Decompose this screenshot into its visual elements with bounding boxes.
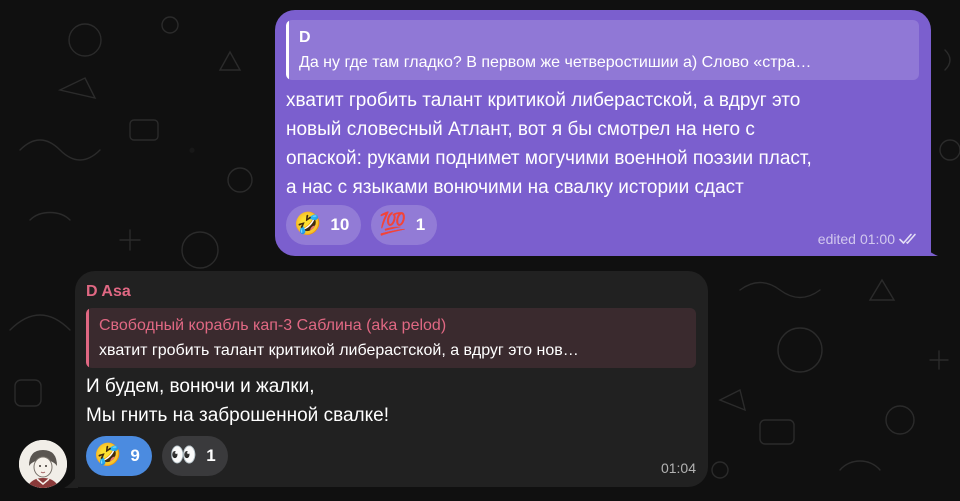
reactions-bar: 🤣 10 💯 1 (286, 205, 438, 245)
reaction-count: 1 (206, 446, 216, 465)
hundred-points-emoji-icon: 💯 (379, 212, 407, 237)
rofl-emoji-icon: 🤣 (294, 212, 322, 237)
reply-accent-bar (286, 20, 289, 80)
avatar[interactable] (19, 440, 67, 488)
sender-name[interactable]: D Asa (86, 283, 131, 301)
rofl-emoji-icon: 🤣 (94, 443, 122, 468)
bubble-tail-outgoing (918, 242, 938, 256)
bubble-tail-incoming (64, 474, 78, 488)
reaction-count: 1 (415, 215, 426, 234)
reply-text: Да ну где там гладко? В первом же четвер… (299, 54, 812, 71)
message-line: а нас с языками вонючими на свалку истор… (286, 177, 744, 198)
message-text: хватит гробить талант критикой либерастс… (286, 86, 812, 202)
reactions-bar: 🤣 9 👀 1 (86, 436, 228, 476)
reaction-hundred[interactable]: 💯 1 (371, 205, 438, 245)
eyes-emoji-icon: 👀 (169, 443, 198, 468)
reply-author: D (299, 29, 311, 46)
reply-quote[interactable]: Свободный корабль кап-3 Саблина (aka pel… (86, 308, 696, 368)
edited-label: edited (817, 231, 856, 247)
reply-text: хватит гробить талант критикой либерастс… (99, 342, 579, 359)
outgoing-message[interactable]: D Да ну где там гладко? В первом же четв… (275, 10, 931, 256)
message-line: новый словесный Атлант, вот я бы смотрел… (286, 119, 755, 140)
message-time: 01:04 (660, 460, 696, 476)
user-avatar-icon (19, 440, 67, 488)
message-line: хватит гробить талант критикой либерастс… (286, 90, 801, 111)
reaction-rofl[interactable]: 🤣 9 (86, 436, 152, 476)
message-meta: edited 01:00 (818, 231, 921, 247)
message-time: 01:00 (859, 231, 895, 247)
message-meta: 01:04 (661, 460, 696, 476)
message-line: И будем, вонючи и жалки, (86, 376, 315, 397)
reply-accent-bar (86, 308, 89, 368)
reply-author: Свободный корабль кап-3 Саблина (aka pel… (99, 317, 447, 334)
reaction-eyes[interactable]: 👀 1 (161, 436, 228, 476)
reaction-count: 10 (330, 215, 350, 234)
reply-quote[interactable]: D Да ну где там гладко? В первом же четв… (286, 20, 919, 80)
message-line: Мы гнить на заброшенной свалке! (86, 405, 389, 426)
reaction-count: 9 (130, 446, 140, 465)
message-line: опаской: руками поднимет могучими военно… (286, 148, 812, 169)
incoming-message[interactable]: D Asa Свободный корабль кап-3 Саблина (a… (75, 271, 708, 487)
message-text: И будем, вонючи и жалки, Мы гнить на заб… (86, 372, 389, 430)
reaction-rofl[interactable]: 🤣 10 (286, 205, 362, 245)
